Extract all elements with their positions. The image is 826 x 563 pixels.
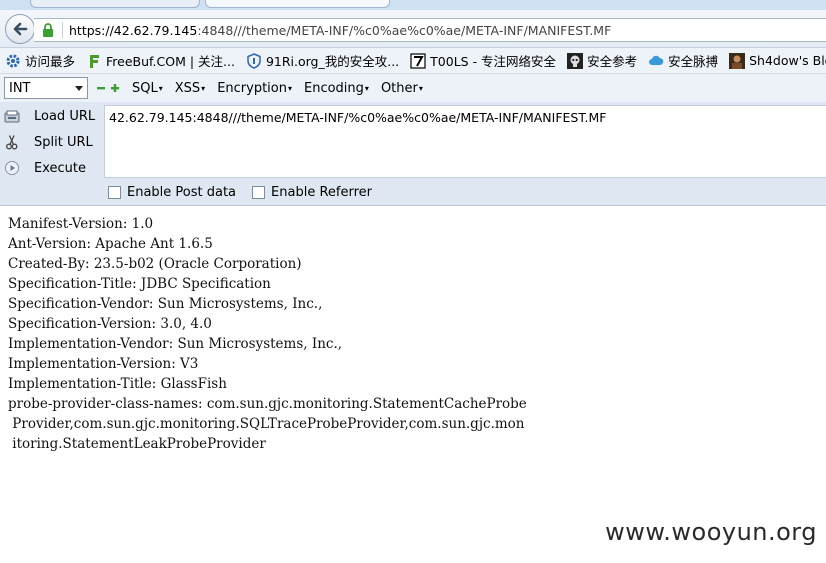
bookmark-label: 安全参考 (587, 54, 638, 69)
menu-label: Encryption (217, 80, 287, 96)
bookmark-freebuf[interactable]: FreeBuf.COM | 关注... (86, 51, 235, 70)
enable-post-data-option[interactable]: Enable Post data (108, 185, 236, 200)
manifest-line: Implementation-Version: V3 (8, 356, 199, 372)
enable-referrer-label: Enable Referrer (271, 185, 372, 200)
enable-referrer-option[interactable]: Enable Referrer (252, 185, 372, 200)
menu-label: Encoding (304, 80, 364, 96)
execute-button[interactable]: Execute (4, 157, 86, 179)
bookmark-t00ls[interactable]: T00LS - 专注网络安全 (410, 51, 556, 70)
manifest-line: itoring.StatementLeakProbeProvider (8, 436, 266, 452)
skull-icon (567, 52, 584, 69)
menu-label: XSS (174, 80, 201, 96)
menu-xss[interactable]: XSS ▾ (175, 81, 205, 96)
gear-icon (5, 53, 21, 69)
manifest-line: Implementation-Vendor: Sun Microsystems,… (8, 336, 343, 352)
hackbar-url-input[interactable]: 42.62.79.145:4848///theme/META-INF/%c0%a… (104, 105, 826, 178)
menu-label: SQL (132, 80, 158, 96)
manifest-line: probe-provider-class-names: com.sun.gjc.… (8, 396, 527, 412)
lock-icon (43, 23, 53, 37)
bookmark-label: Sh4dow's Blog (749, 53, 826, 68)
browser-tab[interactable] (30, 0, 200, 8)
back-arrow-icon (13, 22, 28, 36)
scissors-icon (4, 134, 20, 150)
load-url-label: Load URL (34, 108, 96, 124)
bookmark-label: 91Ri.org_我的安全攻... (265, 54, 400, 69)
hackbar-actions: Load URL Split URL Execute (0, 102, 104, 180)
bookmark-most-visited[interactable]: 访问最多 (5, 51, 75, 70)
bookmark-label: 安全脉搏 (668, 54, 719, 69)
increment-controls (96, 83, 120, 93)
plus-icon[interactable] (110, 83, 120, 93)
bookmark-91ri[interactable]: 91Ri.org_我的安全攻... (246, 51, 399, 70)
type-select-value: INT (9, 80, 31, 96)
menu-sql[interactable]: SQL ▾ (132, 81, 163, 96)
bookmarks-bar: 访问最多 FreeBuf.COM | 关注... 91Ri.org_我的安全攻.… (0, 48, 826, 74)
caret-down-icon: ▾ (201, 83, 206, 93)
hackbar-options: Enable Post data Enable Referrer (108, 185, 388, 200)
back-button[interactable] (5, 14, 35, 44)
caret-down-icon: ▾ (418, 83, 423, 93)
manifest-line: Specification-Vendor: Sun Microsystems, … (8, 296, 323, 312)
type-select[interactable]: INT (4, 77, 88, 99)
hackbar-toolbar: INT SQL ▾ XSS ▾ Encryption ▾ Encoding ▾ Othe… (0, 74, 826, 102)
split-url-button[interactable]: Split URL (4, 131, 93, 153)
execute-label: Execute (34, 160, 86, 176)
bookmark-label: T00LS - 专注网络安全 (430, 54, 557, 69)
bookmark-label: 访问最多 (25, 54, 76, 69)
bookmark-anquan-maibo[interactable]: 安全脉搏 (648, 51, 718, 70)
play-icon (4, 160, 20, 176)
enable-post-data-checkbox[interactable] (108, 186, 121, 199)
manifest-line: Created-By: 23.5-b02 (Oracle Corporation… (8, 256, 302, 272)
manifest-line: Implementation-Title: GlassFish (8, 376, 227, 392)
bookmark-anquan-cankao[interactable]: 安全参考 (567, 51, 637, 70)
manifest-line: Specification-Version: 3.0, 4.0 (8, 316, 212, 332)
bookmark-label: FreeBuf.COM | 关注... (106, 54, 235, 69)
minus-icon[interactable] (96, 83, 106, 93)
menu-encoding[interactable]: Encoding ▾ (304, 81, 369, 96)
chevron-down-icon (75, 85, 83, 91)
split-url-label: Split URL (34, 134, 93, 150)
manifest-line: Provider,com.sun.gjc.monitoring.SQLTrace… (8, 416, 525, 432)
menu-encryption[interactable]: Encryption ▾ (217, 81, 292, 96)
hackbar-url-value: 42.62.79.145:4848///theme/META-INF/%c0%a… (109, 110, 607, 125)
freebuf-logo-icon (86, 53, 102, 69)
caret-down-icon: ▾ (158, 83, 163, 93)
manifest-content: Manifest-Version: 1.0 Ant-Version: Apach… (8, 214, 527, 454)
caret-down-icon: ▾ (364, 83, 369, 93)
url-host: https://42.62.79.145 (69, 22, 198, 38)
address-bar[interactable]: https://42.62.79.145:4848///theme/META-I… (34, 18, 826, 42)
url-separator (62, 22, 63, 38)
menu-other[interactable]: Other ▾ (381, 81, 423, 96)
cloud-icon (648, 53, 664, 69)
browser-tab-active[interactable] (205, 0, 390, 8)
menu-label: Other (380, 80, 418, 96)
avatar-icon (729, 52, 746, 69)
manifest-line: Specification-Title: JDBC Specification (8, 276, 271, 292)
hackbar-panel: Load URL Split URL Execute 42.62.79.145:… (0, 102, 826, 206)
enable-referrer-checkbox[interactable] (252, 186, 266, 199)
navigation-bar: https://42.62.79.145:4848///theme/META-I… (0, 10, 826, 48)
tab-strip (0, 0, 826, 10)
url-path: :4848///theme/META-INF/%c0%ae%c0%ae/META… (197, 22, 612, 38)
tools-logo-icon (410, 52, 426, 69)
watermark: www.wooyun.org (605, 518, 817, 546)
shield-icon (246, 52, 262, 69)
address-url[interactable]: https://42.62.79.145:4848///theme/META-I… (69, 23, 611, 38)
enable-post-data-label: Enable Post data (127, 185, 237, 200)
manifest-line: Manifest-Version: 1.0 (8, 216, 154, 232)
caret-down-icon: ▾ (287, 83, 292, 93)
load-url-button[interactable]: Load URL (4, 105, 95, 127)
manifest-line: Ant-Version: Apache Ant 1.6.5 (8, 236, 213, 252)
load-url-icon (4, 108, 20, 124)
bookmark-sh4dow-blog[interactable]: Sh4dow's Blog (729, 52, 826, 69)
